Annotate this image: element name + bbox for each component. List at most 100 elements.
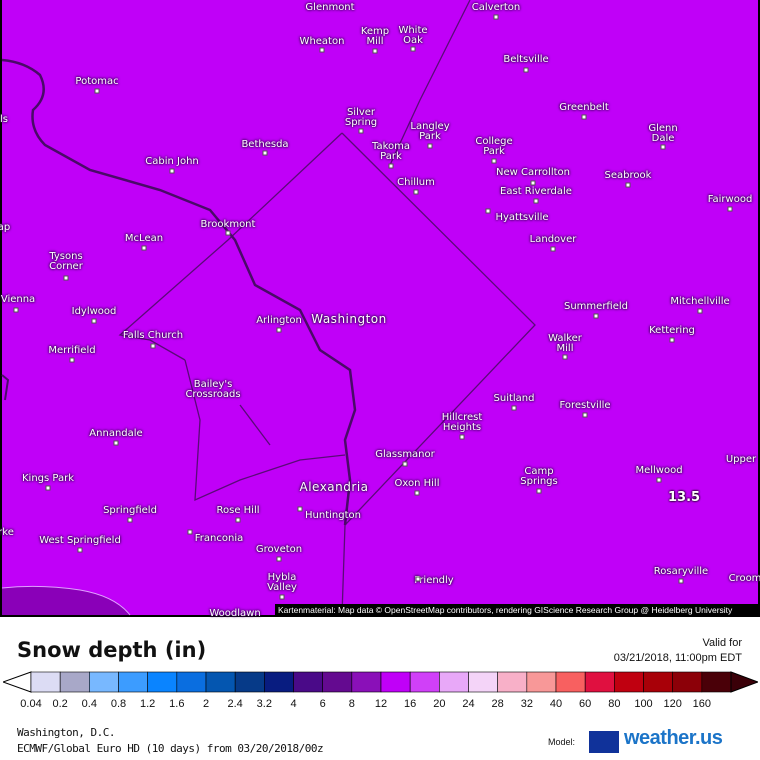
city-marker-icon	[113, 440, 119, 446]
valid-datetime: 03/21/2018, 11:00pm EDT	[613, 652, 742, 664]
city-marker-icon	[582, 412, 588, 418]
city-marker-icon	[276, 327, 282, 333]
city-marker-icon	[493, 14, 499, 20]
city-label: Cabin John	[145, 156, 199, 167]
city-label: McLean	[124, 233, 164, 244]
scale-max-arrow	[730, 671, 758, 693]
city-label: Mellwood	[635, 465, 683, 476]
model-run-label: ECMWF/Global Euro HD (10 days) from 03/2…	[17, 742, 324, 755]
city-marker-icon	[187, 529, 193, 535]
scale-tick-label: 1.2	[140, 698, 156, 710]
scale-tick-label: 6	[319, 698, 326, 710]
scale-swatch	[264, 671, 294, 693]
city-label: Forestville	[559, 400, 611, 411]
city-marker-icon	[669, 337, 675, 343]
scale-swatch	[409, 671, 440, 693]
city-marker-icon	[459, 434, 465, 440]
city-marker-icon	[536, 488, 542, 494]
city-label: Rosaryville	[653, 566, 709, 577]
scale-swatch	[497, 671, 528, 693]
city-marker-icon	[414, 490, 420, 496]
city-label: Camp Springs	[520, 466, 558, 487]
scale-tick-label: 0.04	[20, 698, 42, 710]
scale-swatch	[147, 671, 178, 693]
scale-tick-label: 120	[663, 698, 682, 710]
city-label: ls	[0, 114, 8, 125]
city-marker-icon	[388, 163, 394, 169]
city-label: Potomac	[75, 76, 119, 87]
city-label: Arlington	[256, 315, 302, 326]
scale-tick-label: 0.2	[52, 698, 68, 710]
scale-tick-label: 12	[374, 698, 388, 710]
city-marker-icon	[69, 357, 75, 363]
scale-swatch	[30, 671, 61, 693]
scale-swatch	[118, 671, 148, 693]
city-marker-icon	[94, 88, 100, 94]
valid-time: Valid for 03/21/2018, 11:00pm EDT	[614, 636, 742, 666]
city-marker-icon	[485, 208, 491, 214]
scale-swatch	[555, 671, 586, 693]
city-label: Bailey's Crossroads	[185, 379, 241, 400]
city-label: Rose Hill	[216, 505, 260, 516]
scale-swatch	[89, 671, 119, 693]
scale-tick-label: 100	[634, 698, 653, 710]
city-marker-icon	[660, 144, 666, 150]
scale-swatch	[176, 671, 207, 693]
scale-swatch	[59, 671, 90, 693]
city-marker-icon	[169, 168, 175, 174]
city-marker-icon	[427, 143, 433, 149]
city-label: College Park	[475, 136, 513, 157]
city-marker-icon	[593, 313, 599, 319]
scale-tick-label: 28	[491, 698, 504, 710]
scale-tick-label: 8	[348, 698, 355, 710]
city-label: Tysons Corner	[49, 251, 83, 272]
city-marker-icon	[77, 547, 83, 553]
weather-us-logo[interactable]: weather.us	[624, 727, 723, 750]
city-marker-icon	[511, 405, 517, 411]
scale-swatch	[526, 671, 557, 693]
city-label: Glenn Dale	[648, 123, 678, 144]
scale-tick-label: 20	[433, 698, 446, 710]
city-marker-icon	[150, 343, 156, 349]
city-label: Glassmanor	[375, 449, 435, 460]
city-label: Upper	[725, 454, 757, 465]
city-marker-icon	[262, 150, 268, 156]
city-label: Vienna	[0, 294, 36, 305]
city-label: Glenmont	[305, 2, 355, 13]
city-label: Merrifield	[48, 345, 96, 356]
city-label: White Oak	[398, 25, 428, 46]
city-label: Kemp Mill	[360, 26, 390, 47]
scale-tick-label: 0.8	[110, 698, 127, 710]
city-label: Silver Spring	[344, 107, 378, 128]
city-marker-icon	[413, 189, 419, 195]
city-label: Hyattsville	[495, 212, 549, 223]
city-label: Franconia	[194, 533, 244, 544]
city-label: Summerfield	[563, 301, 629, 312]
scale-tick-label: 16	[404, 698, 417, 710]
city-label: Kings Park	[21, 473, 75, 484]
snow-depth-map[interactable]: Glenmont Wheaton Kemp Mill White Oak Calvert…	[0, 0, 760, 619]
city-marker-icon	[235, 517, 241, 523]
city-label: Falls Church	[122, 330, 184, 341]
city-label: Hillcrest Heights	[441, 412, 483, 433]
city-marker-icon	[625, 182, 631, 188]
city-label: Annandale	[89, 428, 143, 439]
city-label: ap	[0, 222, 11, 233]
city-marker-icon	[581, 114, 587, 120]
city-label: New Carrollton	[496, 167, 570, 178]
scale-tick-label: 60	[579, 698, 592, 710]
city-marker-icon	[697, 308, 703, 314]
city-label: Walker Mill	[548, 333, 582, 354]
eu-flag-icon	[589, 731, 619, 753]
city-label: Brookmont	[200, 219, 256, 230]
scale-swatch	[205, 671, 236, 693]
scale-tick-label: 32	[520, 698, 533, 710]
scale-tick-label: 1.6	[169, 698, 185, 710]
city-label: Wheaton	[299, 36, 345, 47]
valid-label: Valid for	[702, 637, 742, 649]
map-attribution: Kartenmaterial: Map data © OpenStreetMap…	[275, 604, 760, 617]
city-label: Woodlawn	[209, 608, 261, 619]
city-label: Kettering	[649, 325, 695, 336]
scale-tick-label: 4	[290, 698, 297, 710]
city-marker-icon	[491, 158, 497, 164]
